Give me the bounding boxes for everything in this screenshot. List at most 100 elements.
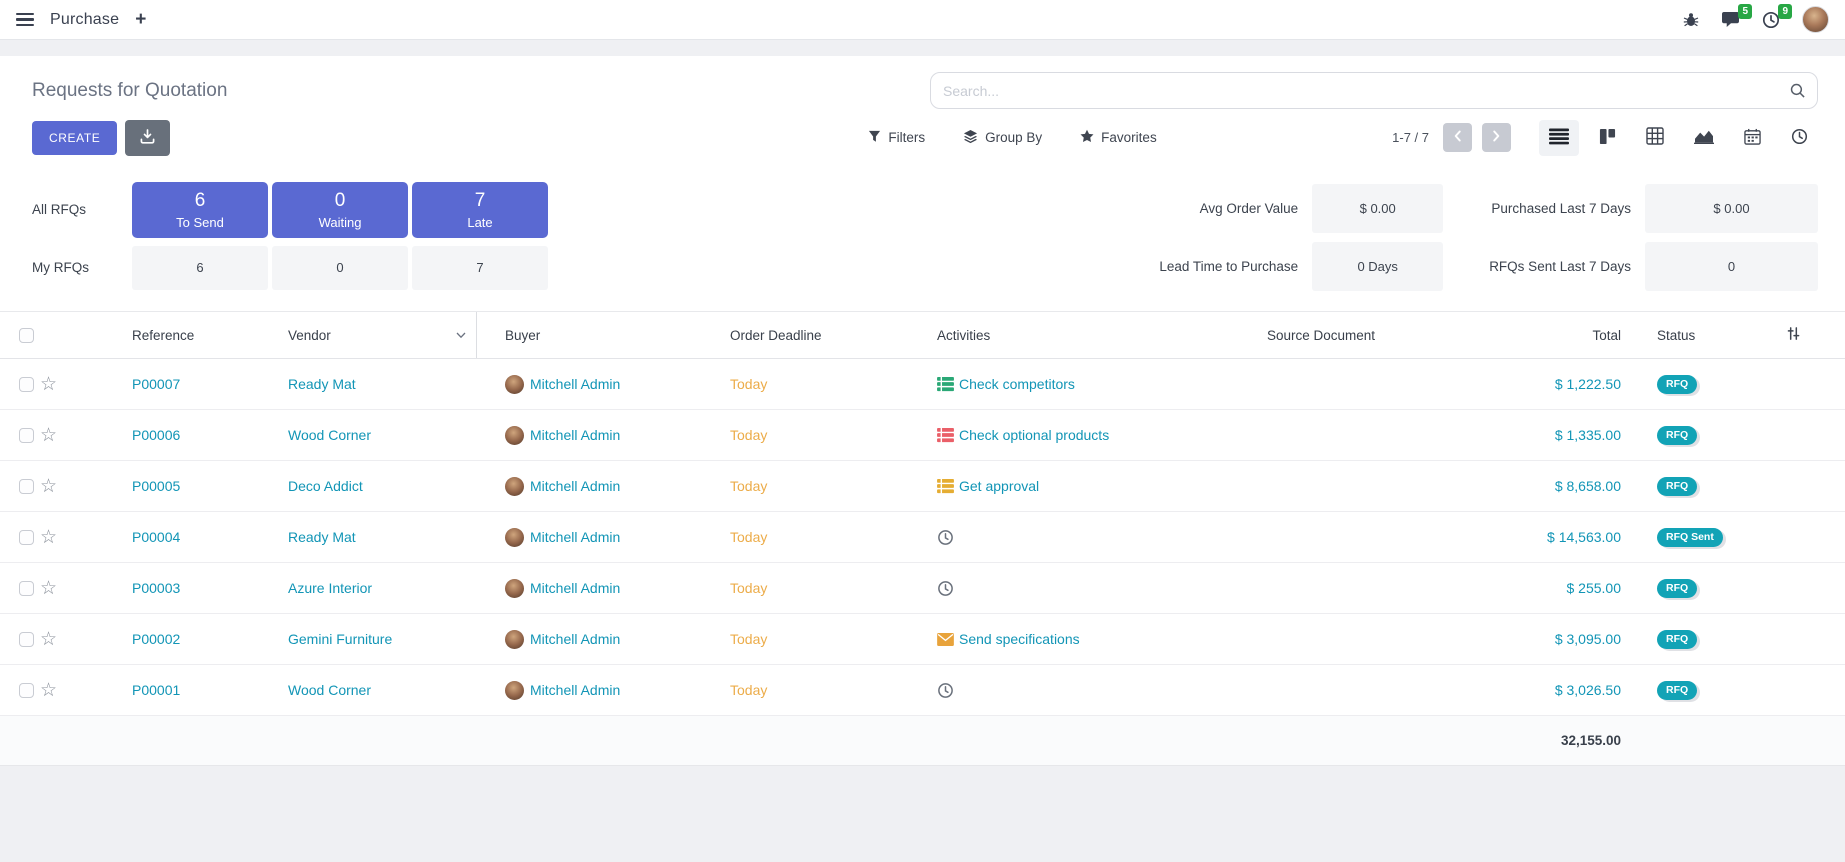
reference-link[interactable]: P00004 bbox=[132, 529, 180, 545]
vendor-link[interactable]: Deco Addict bbox=[288, 478, 363, 494]
pager-next-button[interactable] bbox=[1482, 123, 1511, 152]
star-column-header bbox=[40, 312, 92, 358]
activity-list-red-icon[interactable] bbox=[937, 428, 954, 443]
view-button-pivot[interactable] bbox=[1636, 119, 1674, 156]
kpi-card-late[interactable]: 7Late bbox=[412, 182, 548, 238]
activity-clock-icon[interactable] bbox=[937, 580, 954, 597]
vendor-link[interactable]: Wood Corner bbox=[288, 682, 371, 698]
kpi-my-value[interactable]: 7 bbox=[412, 246, 548, 290]
row-checkbox[interactable] bbox=[19, 377, 34, 392]
group-by-button[interactable]: Group By bbox=[963, 129, 1042, 147]
buyer-link[interactable]: Mitchell Admin bbox=[530, 478, 620, 494]
search-icon[interactable] bbox=[1789, 82, 1806, 104]
buyer-link[interactable]: Mitchell Admin bbox=[530, 376, 620, 392]
activity-envelope-icon[interactable] bbox=[937, 633, 954, 646]
vendor-link[interactable]: Ready Mat bbox=[288, 529, 356, 545]
buyer-link[interactable]: Mitchell Admin bbox=[530, 682, 620, 698]
favorite-star-icon[interactable]: ☆ bbox=[40, 375, 57, 394]
row-checkbox[interactable] bbox=[19, 683, 34, 698]
view-button-graph[interactable] bbox=[1684, 120, 1724, 155]
select-all-checkbox[interactable] bbox=[19, 328, 34, 343]
table-row[interactable]: ☆P00007Ready MatMitchell AdminTodayCheck… bbox=[0, 359, 1845, 410]
kpi-card-waiting[interactable]: 0Waiting bbox=[272, 182, 408, 238]
activity-clock-icon[interactable] bbox=[937, 682, 954, 699]
vendor-link[interactable]: Wood Corner bbox=[288, 427, 371, 443]
buyer-link[interactable]: Mitchell Admin bbox=[530, 427, 620, 443]
view-button-calendar[interactable] bbox=[1734, 120, 1771, 156]
favorite-star-icon[interactable]: ☆ bbox=[40, 426, 57, 445]
row-checkbox[interactable] bbox=[19, 479, 34, 494]
vendor-link[interactable]: Gemini Furniture bbox=[288, 631, 392, 647]
apps-menu-icon[interactable] bbox=[16, 13, 34, 26]
reference-link[interactable]: P00005 bbox=[132, 478, 180, 494]
favorite-star-icon[interactable]: ☆ bbox=[40, 681, 57, 700]
column-header-status[interactable]: Status bbox=[1647, 312, 1845, 358]
total-amount: $ 3,026.50 bbox=[1555, 682, 1621, 698]
pager-previous-button[interactable] bbox=[1443, 123, 1472, 152]
activity-clock-icon[interactable] bbox=[937, 529, 954, 546]
column-header-reference[interactable]: Reference bbox=[92, 312, 262, 358]
optional-columns-icon[interactable] bbox=[1786, 326, 1801, 344]
table-row[interactable]: ☆P00003Azure InteriorMitchell AdminToday… bbox=[0, 563, 1845, 614]
row-checkbox[interactable] bbox=[19, 530, 34, 545]
buyer-link[interactable]: Mitchell Admin bbox=[530, 631, 620, 647]
activity-link[interactable]: Send specifications bbox=[959, 631, 1080, 647]
kpi-card-to-send[interactable]: 6To Send bbox=[132, 182, 268, 238]
filters-button[interactable]: Filters bbox=[868, 130, 925, 146]
activity-link[interactable]: Check optional products bbox=[959, 427, 1109, 443]
favorite-star-icon[interactable]: ☆ bbox=[40, 579, 57, 598]
table-footer: 32,155.00 bbox=[0, 716, 1845, 766]
new-tab-plus-icon[interactable]: + bbox=[135, 10, 146, 29]
column-header-order-deadline[interactable]: Order Deadline bbox=[722, 312, 937, 358]
grand-total: 32,155.00 bbox=[1561, 733, 1621, 748]
export-button[interactable] bbox=[125, 120, 170, 156]
column-header-source-document[interactable]: Source Document bbox=[1267, 312, 1517, 358]
source-document-cell bbox=[1267, 512, 1517, 562]
column-header-buyer[interactable]: Buyer bbox=[477, 312, 722, 358]
activities-clock-icon[interactable]: 9 bbox=[1762, 11, 1780, 29]
view-button-kanban[interactable] bbox=[1589, 120, 1626, 156]
reference-link[interactable]: P00002 bbox=[132, 631, 180, 647]
table-header: Reference Vendor Buyer Order Deadline Ac… bbox=[0, 311, 1845, 359]
reference-link[interactable]: P00003 bbox=[132, 580, 180, 596]
buyer-link[interactable]: Mitchell Admin bbox=[530, 580, 620, 596]
activity-list-green-icon[interactable] bbox=[937, 377, 954, 392]
column-header-activities[interactable]: Activities bbox=[937, 312, 1267, 358]
kpi-my-value[interactable]: 6 bbox=[132, 246, 268, 290]
favorites-button[interactable]: Favorites bbox=[1080, 129, 1157, 146]
pivot-view-icon bbox=[1646, 127, 1664, 148]
stat-value: $ 0.00 bbox=[1312, 184, 1443, 233]
reference-link[interactable]: P00001 bbox=[132, 682, 180, 698]
messages-icon[interactable]: 5 bbox=[1721, 11, 1740, 28]
favorite-star-icon[interactable]: ☆ bbox=[40, 477, 57, 496]
table-row[interactable]: ☆P00004Ready MatMitchell AdminToday$ 14,… bbox=[0, 512, 1845, 563]
table-row[interactable]: ☆P00001Wood CornerMitchell AdminToday$ 3… bbox=[0, 665, 1845, 716]
favorite-star-icon[interactable]: ☆ bbox=[40, 630, 57, 649]
table-row[interactable]: ☆P00006Wood CornerMitchell AdminTodayChe… bbox=[0, 410, 1845, 461]
row-checkbox[interactable] bbox=[19, 581, 34, 596]
row-checkbox[interactable] bbox=[19, 632, 34, 647]
vendor-link[interactable]: Ready Mat bbox=[288, 376, 356, 392]
buyer-link[interactable]: Mitchell Admin bbox=[530, 529, 620, 545]
vendor-link[interactable]: Azure Interior bbox=[288, 580, 372, 596]
user-avatar[interactable] bbox=[1802, 6, 1829, 33]
activity-link[interactable]: Check competitors bbox=[959, 376, 1075, 392]
table-row[interactable]: ☆P00002Gemini FurnitureMitchell AdminTod… bbox=[0, 614, 1845, 665]
create-button[interactable]: CREATE bbox=[32, 121, 117, 155]
calendar-view-icon bbox=[1744, 128, 1761, 148]
view-button-list[interactable] bbox=[1539, 120, 1579, 156]
reference-link[interactable]: P00006 bbox=[132, 427, 180, 443]
debug-bug-icon[interactable] bbox=[1683, 12, 1699, 28]
search-input[interactable] bbox=[930, 72, 1818, 109]
activity-list-yellow-icon[interactable] bbox=[937, 479, 954, 494]
view-button-activity[interactable] bbox=[1781, 120, 1818, 156]
kpi-my-value[interactable]: 0 bbox=[272, 246, 408, 290]
column-header-total[interactable]: Total bbox=[1517, 312, 1647, 358]
reference-link[interactable]: P00007 bbox=[132, 376, 180, 392]
app-name[interactable]: Purchase bbox=[50, 11, 119, 29]
activity-link[interactable]: Get approval bbox=[959, 478, 1039, 494]
row-checkbox[interactable] bbox=[19, 428, 34, 443]
favorite-star-icon[interactable]: ☆ bbox=[40, 528, 57, 547]
column-header-vendor[interactable]: Vendor bbox=[262, 312, 477, 358]
table-row[interactable]: ☆P00005Deco AddictMitchell AdminTodayGet… bbox=[0, 461, 1845, 512]
